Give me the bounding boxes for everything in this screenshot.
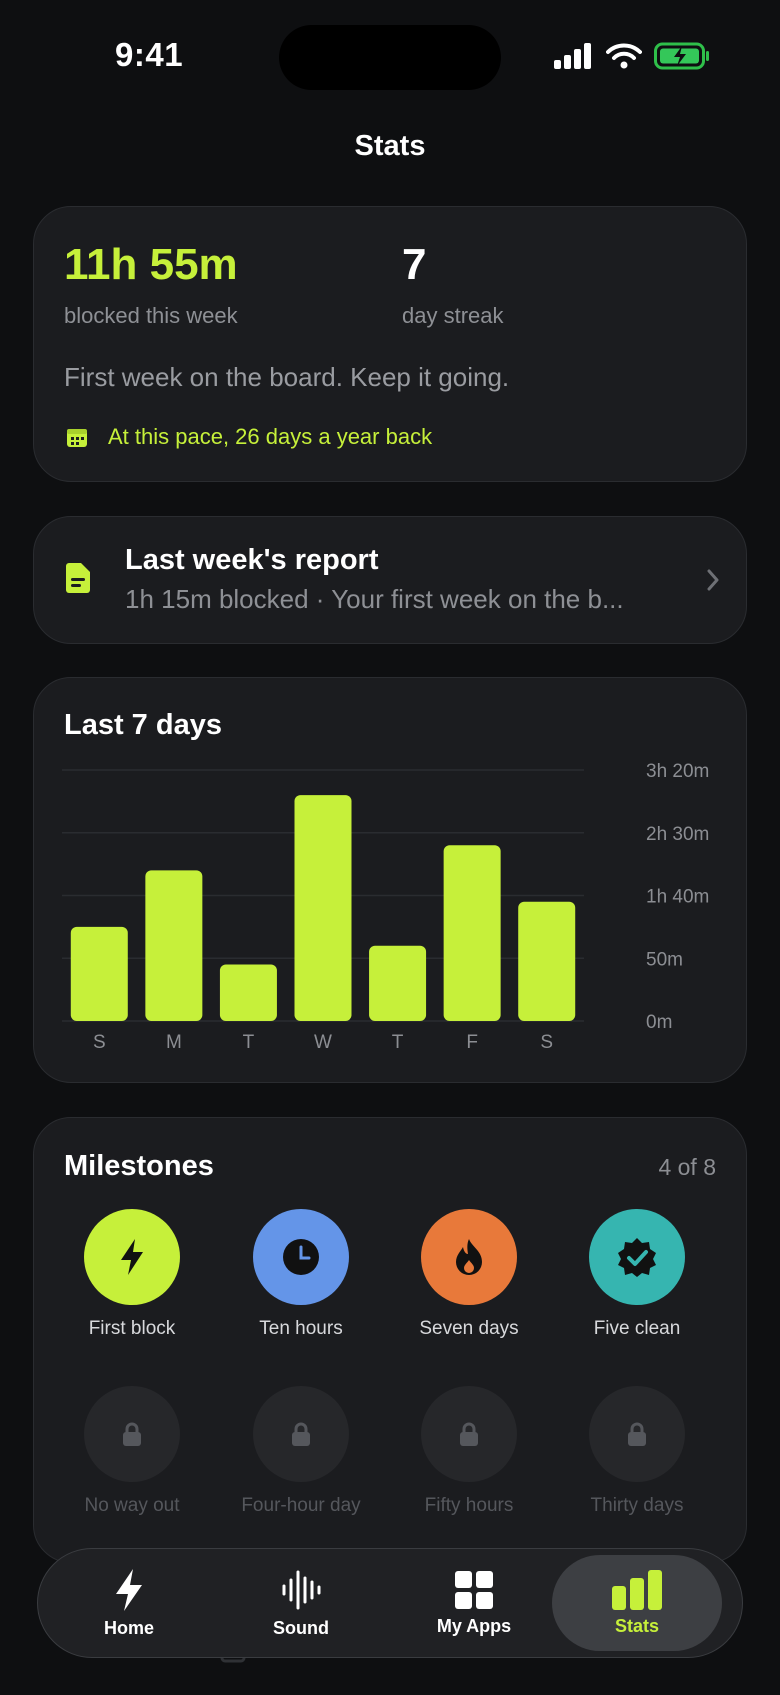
milestone-badge-locked[interactable] — [589, 1386, 685, 1482]
status-icons — [554, 42, 710, 70]
bolt-icon — [116, 1568, 142, 1611]
milestone-badge-ten-hours[interactable] — [253, 1209, 349, 1305]
milestone-label: Five clean — [593, 1318, 681, 1339]
milestone-label: First block — [88, 1318, 176, 1339]
bolt-icon — [121, 1239, 143, 1275]
grid-icon — [455, 1570, 493, 1609]
milestone-badge-five-clean[interactable] — [589, 1209, 685, 1305]
bar — [518, 901, 576, 1021]
milestone-label: Fifty hours — [424, 1495, 514, 1516]
bar — [369, 945, 427, 1021]
y-tick-label: 0m — [646, 1012, 672, 1033]
y-tick-label: 2h 30m — [646, 824, 709, 845]
tab-label: Stats — [614, 1615, 659, 1636]
battery-charging-icon — [654, 42, 709, 70]
milestones-card: Milestones 4 of 8 First block Ten hours … — [33, 1117, 747, 1563]
milestone-label: Ten hours — [259, 1318, 343, 1339]
weekly-summary-card: 11h 55m blocked this week 7 day streak F… — [33, 206, 747, 482]
lock-icon — [460, 1422, 478, 1446]
streak-label: day streak — [402, 303, 504, 328]
bar-chart-icon — [612, 1569, 662, 1610]
milestone-badge-locked[interactable] — [421, 1386, 517, 1482]
x-tick-label: M — [166, 1032, 182, 1053]
x-tick-label: T — [392, 1032, 404, 1053]
tab-bar: Home Sound My Apps Stats — [37, 1548, 743, 1658]
milestones-title: Milestones — [64, 1150, 214, 1182]
tab-home[interactable]: Home — [44, 1555, 214, 1651]
lock-icon — [292, 1422, 310, 1446]
tab-label: Home — [103, 1617, 154, 1638]
verified-badge-icon — [618, 1238, 656, 1277]
milestone-label: Seven days — [419, 1318, 519, 1339]
last-7-days-card: Last 7 days 0m 50m 1h 40m 2h 30m 3h 20m S M T W T… — [33, 677, 747, 1083]
lock-icon — [628, 1422, 646, 1446]
y-tick-label: 1h 40m — [646, 887, 709, 908]
cellular-signal-icon — [554, 43, 591, 69]
document-icon — [66, 563, 90, 593]
tab-label: Sound — [273, 1617, 329, 1638]
x-tick-label: F — [466, 1032, 478, 1053]
bar — [294, 795, 352, 1021]
streak-value: 7 — [402, 240, 427, 289]
x-tick-label: W — [314, 1032, 332, 1053]
blocked-time-value: 11h 55m — [64, 240, 238, 289]
report-title: Last week's report — [125, 544, 379, 576]
bar — [219, 964, 277, 1021]
x-tick-label: S — [540, 1032, 553, 1053]
encouragement-message: First week on the board. Keep it going. — [64, 362, 510, 392]
clock-icon — [283, 1239, 319, 1275]
bar — [70, 926, 128, 1021]
tab-stats[interactable]: Stats — [552, 1555, 722, 1651]
milestones-count: 4 of 8 — [658, 1154, 716, 1180]
pace-projection: At this pace, 26 days a year back — [108, 424, 433, 449]
x-tick-label: S — [93, 1032, 106, 1053]
milestone-label: No way out — [84, 1495, 180, 1516]
milestone-badge-seven-days[interactable] — [421, 1209, 517, 1305]
flame-icon — [456, 1239, 482, 1275]
dynamic-island — [279, 25, 501, 90]
milestone-badge-locked[interactable] — [84, 1386, 180, 1482]
report-subtitle: 1h 15m blocked · Your first week on the … — [125, 584, 624, 614]
calendar-icon — [67, 429, 87, 447]
x-tick-label: T — [243, 1032, 255, 1053]
y-tick-label: 50m — [646, 949, 683, 970]
tab-my-apps[interactable]: My Apps — [389, 1555, 559, 1651]
wifi-icon — [606, 43, 642, 69]
bar-chart: 0m 50m 1h 40m 2h 30m 3h 20m S M T W T F S — [62, 761, 709, 1053]
bar — [145, 870, 203, 1021]
waveform-icon — [282, 1570, 321, 1609]
milestone-badge-first-block[interactable] — [84, 1209, 180, 1305]
lock-icon — [123, 1422, 141, 1446]
milestone-label: Thirty days — [590, 1495, 684, 1516]
y-tick-label: 3h 20m — [646, 761, 709, 782]
tab-sound[interactable]: Sound — [216, 1555, 386, 1651]
page-title: Stats — [354, 130, 426, 162]
bar — [443, 845, 501, 1021]
tab-label: My Apps — [436, 1615, 512, 1636]
blocked-time-label: blocked this week — [64, 303, 238, 328]
milestone-badge-locked[interactable] — [253, 1386, 349, 1482]
milestone-label: Four-hour day — [241, 1495, 361, 1516]
chevron-right-icon — [707, 569, 719, 591]
status-time: 9:41 — [115, 36, 184, 73]
last-week-report-card[interactable]: Last week's report 1h 15m blocked · Your… — [33, 516, 747, 644]
